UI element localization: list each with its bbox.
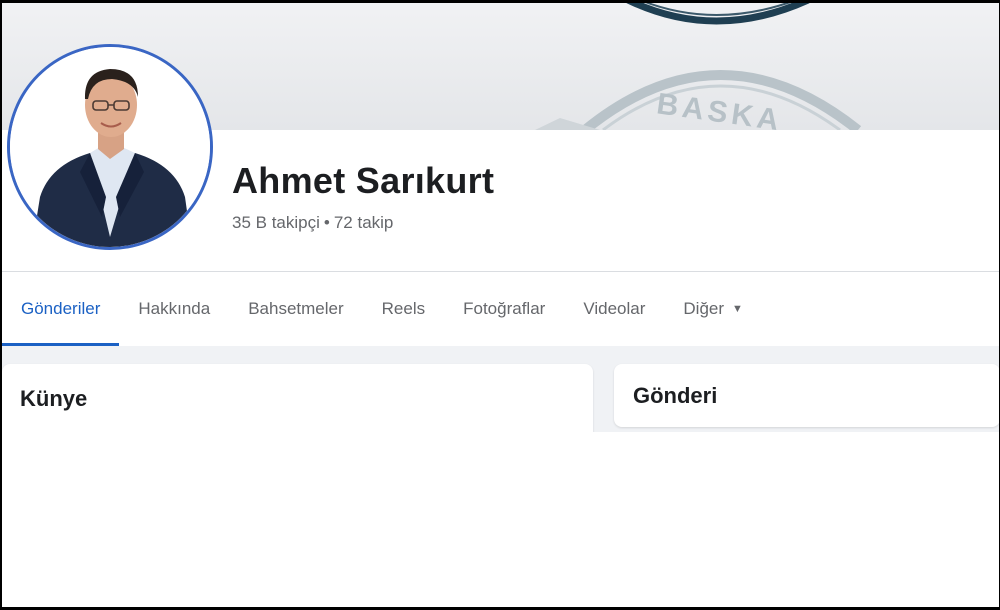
avatar-portrait [10,47,210,247]
empty-region [2,432,1000,610]
content-area: Künye Gönderi [2,346,1000,454]
profile-name: Ahmet Sarıkurt [232,160,495,201]
posts-card: Gönderi [614,364,1000,427]
tab-label: Bahsetmeler [248,299,344,318]
caret-down-icon: ▼ [732,303,743,315]
followers-count[interactable]: 35 B takipçi [232,213,320,232]
intro-card-title: Künye [20,386,88,411]
profile-stats: 35 B takipçi • 72 takip [232,213,393,233]
posts-card-title: Gönderi [633,383,718,408]
tab-label: Reels [381,299,426,318]
tab-label: Hakkında [138,299,211,318]
tab-videos[interactable]: Videolar [564,272,664,346]
tab-about[interactable]: Hakkında [119,272,229,346]
tab-reels[interactable]: Reels [363,272,444,346]
tab-photos[interactable]: Fotoğraflar [444,272,564,346]
following-count[interactable]: 72 takip [334,213,394,232]
tab-more[interactable]: Diğer ▼ [664,272,762,346]
tab-label: Fotoğraflar [463,299,546,318]
stats-separator: • [323,213,330,232]
profile-tabs: Gönderiler Hakkında Bahsetmeler Reels Fo… [2,272,1000,346]
profile-avatar[interactable] [7,44,213,250]
tab-label: Videolar [583,299,646,318]
tab-mentions[interactable]: Bahsetmeler [229,272,362,346]
tab-label: Gönderiler [21,299,101,318]
tab-posts[interactable]: Gönderiler [2,272,120,346]
tab-label: Diğer [683,299,725,318]
